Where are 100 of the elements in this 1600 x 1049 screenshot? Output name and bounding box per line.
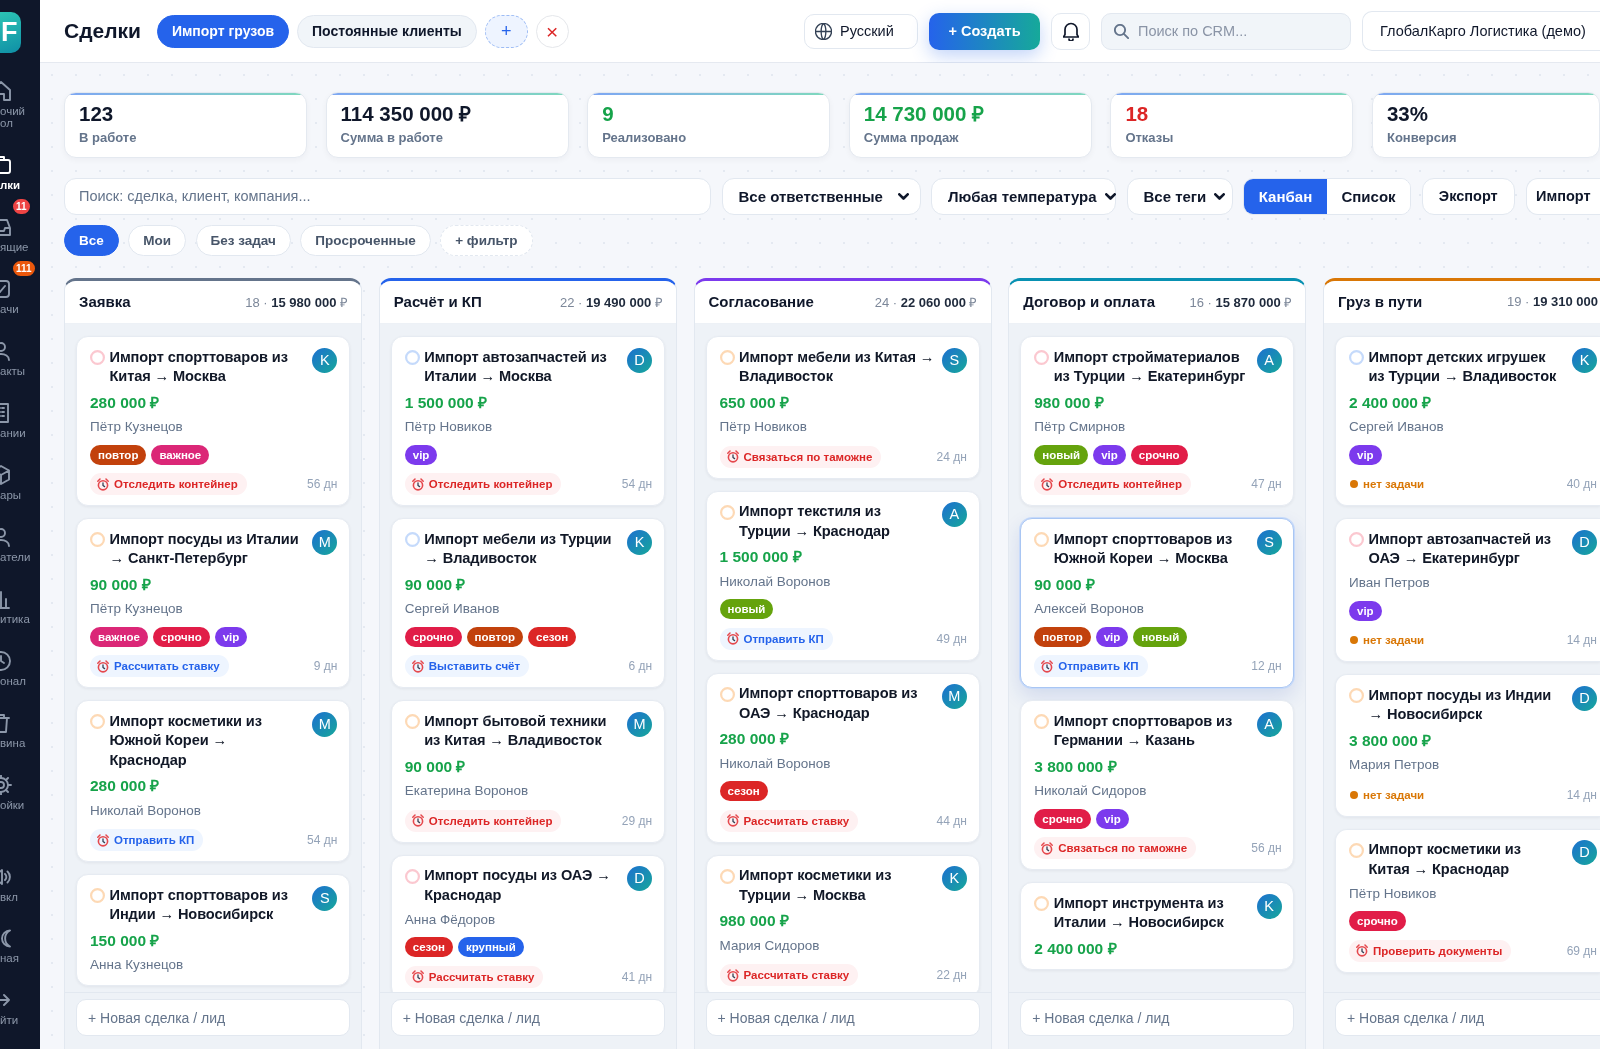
filter-chip[interactable]: Все <box>64 224 119 256</box>
create-button[interactable]: + Создать <box>929 12 1040 50</box>
view-tab[interactable]: Канбан <box>1244 178 1327 214</box>
deal-card[interactable]: Импорт спорттоваров из Китая → Москва K 280 000 ₽ Пётр Кузнецов повтор важное Отследить контейнер 56 дн <box>76 336 350 507</box>
task-reminder[interactable]: Отправить КП <box>1034 655 1148 678</box>
deal-card[interactable]: Импорт детских игрушек из Турции → Владивосток K 2 400 000 ₽ Сергей Иванов vip нет задачи 40 дн <box>1335 336 1600 507</box>
filter-dropdown[interactable]: Все ответственные <box>721 177 921 215</box>
no-task-label: нет задачи <box>1363 788 1425 801</box>
deal-card[interactable]: Импорт спорттоваров из Индии → Новосибирск S 150 000 ₽ Анна Кузнецов <box>76 874 350 987</box>
avatar: D <box>1572 840 1597 866</box>
toolbar-button[interactable]: Экспорт <box>1421 177 1515 215</box>
deal-card[interactable]: Импорт посуды из ОАЭ → Краснодар D Анна Фёдоров сезон крупный Рассчитать ставку 41 дн <box>390 854 665 992</box>
deal-card[interactable]: Импорт автозапчастей из ОАЭ → Екатеринбург D Иван Петров vip нет задачи 14 дн <box>1335 518 1600 663</box>
filter-chip[interactable]: Просроченные <box>300 224 431 256</box>
deal-card[interactable]: Импорт бытовой техники из Китая → Владивосток M 90 000 ₽ Екатерина Воронов Отследить контейнер 29 дн <box>390 700 665 843</box>
deal-amount: 2 400 000 ₽ <box>1349 392 1433 413</box>
task-reminder[interactable]: Рассчитать ставку <box>719 809 859 832</box>
close-button[interactable]: × <box>535 14 569 48</box>
new-deal-field[interactable]: + Новая сделка / лид <box>76 999 350 1037</box>
nav-item[interactable]: вина <box>0 713 34 749</box>
pipeline-tab[interactable]: Импорт грузов <box>156 14 290 48</box>
tag: новый <box>719 599 774 620</box>
nav-item[interactable]: йти <box>0 990 34 1026</box>
new-deal-field[interactable]: + Новая сделка / лид <box>1020 999 1295 1037</box>
deal-card[interactable]: Импорт спорттоваров из ОАЭ → Краснодар M 280 000 ₽ Николай Воронов сезон Рассчитать ставку 44 дн <box>705 672 980 843</box>
nav-item[interactable]: ачи <box>0 279 34 315</box>
search-input[interactable]: Поиск по CRM... <box>1138 13 1350 49</box>
deal-card[interactable]: Импорт спорттоваров из Германии → Казань A 3 800 000 ₽ Николай Сидоров срочно vip Связаться по таможне 56 дн <box>1020 700 1295 871</box>
toolbar-button[interactable]: Импорт <box>1525 177 1600 215</box>
deal-age: 14 дн <box>1566 633 1597 648</box>
deal-age: 69 дн <box>1566 943 1597 958</box>
add-filter-button[interactable]: + фильтр <box>440 224 533 256</box>
task-reminder[interactable]: Рассчитать ставку <box>719 964 859 987</box>
deal-card[interactable]: Импорт посуды из Индии → Новосибирск D 3 800 000 ₽ Мария Петров нет задачи 14 дн <box>1335 674 1600 817</box>
deal-title: Импорт косметики из Китая → Краснодар <box>1368 840 1522 879</box>
task-reminder[interactable]: Рассчитать ставку <box>90 655 229 678</box>
nav-item[interactable]: акты <box>0 341 34 377</box>
nav-item[interactable]: атели <box>0 527 34 563</box>
stat-label: Сумма в работе <box>340 130 443 146</box>
contact-name: Николай Воронов <box>90 801 202 820</box>
deal-card[interactable]: Импорт текстиля из Турции → Краснодар A 1 500 000 ₽ Николай Воронов новый Отправить КП 49 дн <box>705 490 980 661</box>
task-reminder[interactable]: Отправить КП <box>719 627 833 650</box>
deal-card[interactable]: Импорт автозапчастей из Италии → Москва D 1 500 000 ₽ Пётр Новиков vip Отследить контейнер 54 дн <box>390 336 665 507</box>
nav-item[interactable]: лки <box>0 155 34 191</box>
task-reminder[interactable]: Выставить счёт <box>404 655 530 678</box>
task-reminder[interactable]: Проверить документы <box>1349 939 1512 962</box>
nav-item[interactable]: итика <box>0 589 34 625</box>
notifications-button[interactable] <box>1051 12 1090 50</box>
dot-icon <box>1350 480 1358 489</box>
new-deal-field[interactable]: + Новая сделка / лид <box>705 999 980 1037</box>
filter-chip[interactable]: Без задач <box>195 224 291 256</box>
task-reminder[interactable]: Отследить контейнер <box>404 473 562 496</box>
deal-card[interactable]: Импорт стройматериалов из Турции → Екатеринбург A 980 000 ₽ Пётр Смирнов новый vip срочно Отследить контейнер 47 дн <box>1020 336 1295 507</box>
deal-card[interactable]: Импорт инструмента из Италии → Новосибирск K 2 400 000 ₽ <box>1020 882 1295 970</box>
language-button[interactable]: Русский <box>804 13 918 49</box>
alarm-clock-icon <box>411 970 424 984</box>
account-button[interactable]: ГлобалКарго Логистика (демо) <box>1362 11 1600 51</box>
task-reminder[interactable]: Рассчитать ставку <box>404 965 544 988</box>
nav-item[interactable]: онал <box>0 651 34 687</box>
nav-item[interactable]: ойки <box>0 775 34 811</box>
contact-name: Пётр Новиков <box>719 418 808 437</box>
nav-item[interactable]: ящие <box>0 217 34 253</box>
deal-amount: 980 000 ₽ <box>1034 392 1105 413</box>
task-reminder[interactable]: Отследить контейнер <box>404 809 562 832</box>
filter-chip[interactable]: Мои <box>128 224 187 256</box>
deal-card[interactable]: Импорт мебели из Турции → Владивосток K 90 000 ₽ Сергей Иванов срочно повтор сезон Выставить счёт 6 дн <box>390 518 665 689</box>
avatar: D <box>627 866 653 892</box>
task-reminder[interactable]: Отследить контейнер <box>1034 473 1191 496</box>
deal-card[interactable]: Импорт косметики из Турции → Москва K 980 000 ₽ Мария Сидоров Рассчитать ставку 22 дн <box>705 854 980 992</box>
search-field[interactable]: Поиск: сделка, клиент, компания... <box>64 177 711 215</box>
deal-card[interactable]: Импорт мебели из Китая → Владивосток S 650 000 ₽ Пётр Новиков Связаться по таможне 24 дн <box>705 336 980 479</box>
nav-item[interactable]: очий ол <box>0 81 34 129</box>
nav-item[interactable]: ании <box>0 403 34 439</box>
deal-card[interactable]: Импорт косметики из Китая → Краснодар D Пётр Новиков срочно Проверить документы 69 дн <box>1335 828 1600 973</box>
task-reminder[interactable]: Отследить контейнер <box>90 473 247 496</box>
avatar: S <box>941 347 967 373</box>
app-logo: F <box>0 12 21 53</box>
nav-item[interactable]: вкл <box>0 867 34 903</box>
add-pipeline-button[interactable]: + <box>484 14 528 48</box>
deal-title: Импорт спорттоваров из Германии → Казань <box>1053 711 1234 751</box>
avatar: M <box>312 529 338 555</box>
pipeline-tab[interactable]: Постоянные клиенты <box>297 14 477 48</box>
contact-name: Пётр Новиков <box>404 418 494 437</box>
task-reminder[interactable]: Связаться по таможне <box>719 445 882 468</box>
new-deal-field[interactable]: + Новая сделка / лид <box>390 999 665 1037</box>
alarm-clock-icon <box>726 968 739 982</box>
nav-item[interactable]: ары <box>0 465 34 501</box>
deal-card[interactable]: Импорт посуды из Италии → Санкт-Петербург M 90 000 ₽ Пётр Кузнецов важное срочно vip Рассчитать ставку 9 дн <box>76 518 350 689</box>
building-icon <box>0 403 12 423</box>
no-task-label: нет задачи <box>1363 478 1425 491</box>
new-deal-field[interactable]: + Новая сделка / лид <box>1335 999 1600 1037</box>
nav-item[interactable]: ная <box>0 929 34 964</box>
filter-dropdown[interactable]: Любая температура <box>931 177 1116 215</box>
deal-title: Импорт мебели из Китая → Владивосток <box>739 347 935 387</box>
filter-dropdown[interactable]: Все теги <box>1126 177 1233 215</box>
search-field[interactable]: Поиск по CRM... <box>1101 12 1351 50</box>
task-reminder[interactable]: Связаться по таможне <box>1034 837 1197 860</box>
task-reminder[interactable]: Отправить КП <box>90 829 204 852</box>
deal-card[interactable]: Импорт косметики из Южной Кореи → Краснодар M 280 000 ₽ Николай Воронов Отправить КП 54 дн <box>76 700 350 863</box>
deal-card[interactable]: Импорт спорттоваров из Южной Кореи → Москва S 90 000 ₽ Алексей Воронов повтор vip новый Отправить КП 12 дн <box>1020 518 1295 689</box>
